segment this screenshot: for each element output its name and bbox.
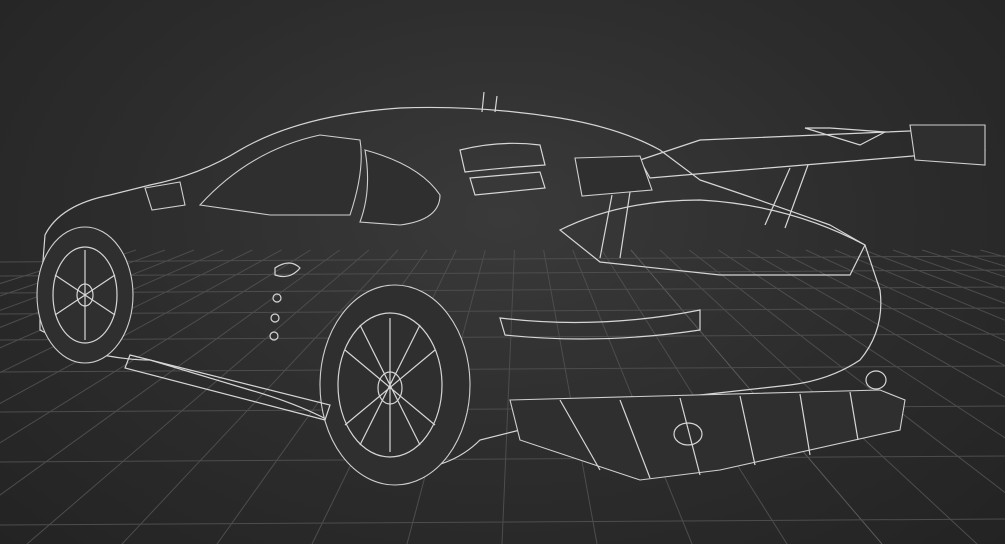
rear-wheel: [319, 284, 471, 486]
grid-line: [980, 249, 1005, 258]
roof-vents: [459, 142, 546, 196]
grid-line: [922, 249, 1005, 278]
grid-line: [0, 269, 1005, 277]
car-wireframe-model[interactable]: [36, 91, 986, 486]
grid-line: [0, 455, 1005, 463]
viewport-canvas[interactable]: [0, 0, 1005, 544]
grid-line: [501, 249, 515, 544]
side-window: [198, 134, 362, 216]
grid-line: [0, 255, 1005, 263]
rear-diffuser: [509, 389, 906, 481]
3d-viewport[interactable]: [0, 0, 1005, 544]
grid-line: [0, 286, 1005, 294]
front-wheel: [36, 226, 134, 364]
wing-pylon: [804, 127, 888, 146]
wing-endplate-right: [909, 124, 986, 166]
grid-line: [951, 249, 1005, 267]
grid-line: [0, 365, 1005, 373]
side-bolts: [269, 293, 282, 341]
grid-line: [892, 249, 1005, 290]
wing-strut-left: [599, 191, 631, 259]
side-mirror: [144, 181, 186, 211]
grid-line: [543, 249, 598, 544]
rear-quarter-window: [359, 149, 441, 226]
wing-endplate-left: [574, 155, 653, 197]
engine-cover: [558, 199, 866, 276]
tail-light-bar: [499, 309, 701, 340]
